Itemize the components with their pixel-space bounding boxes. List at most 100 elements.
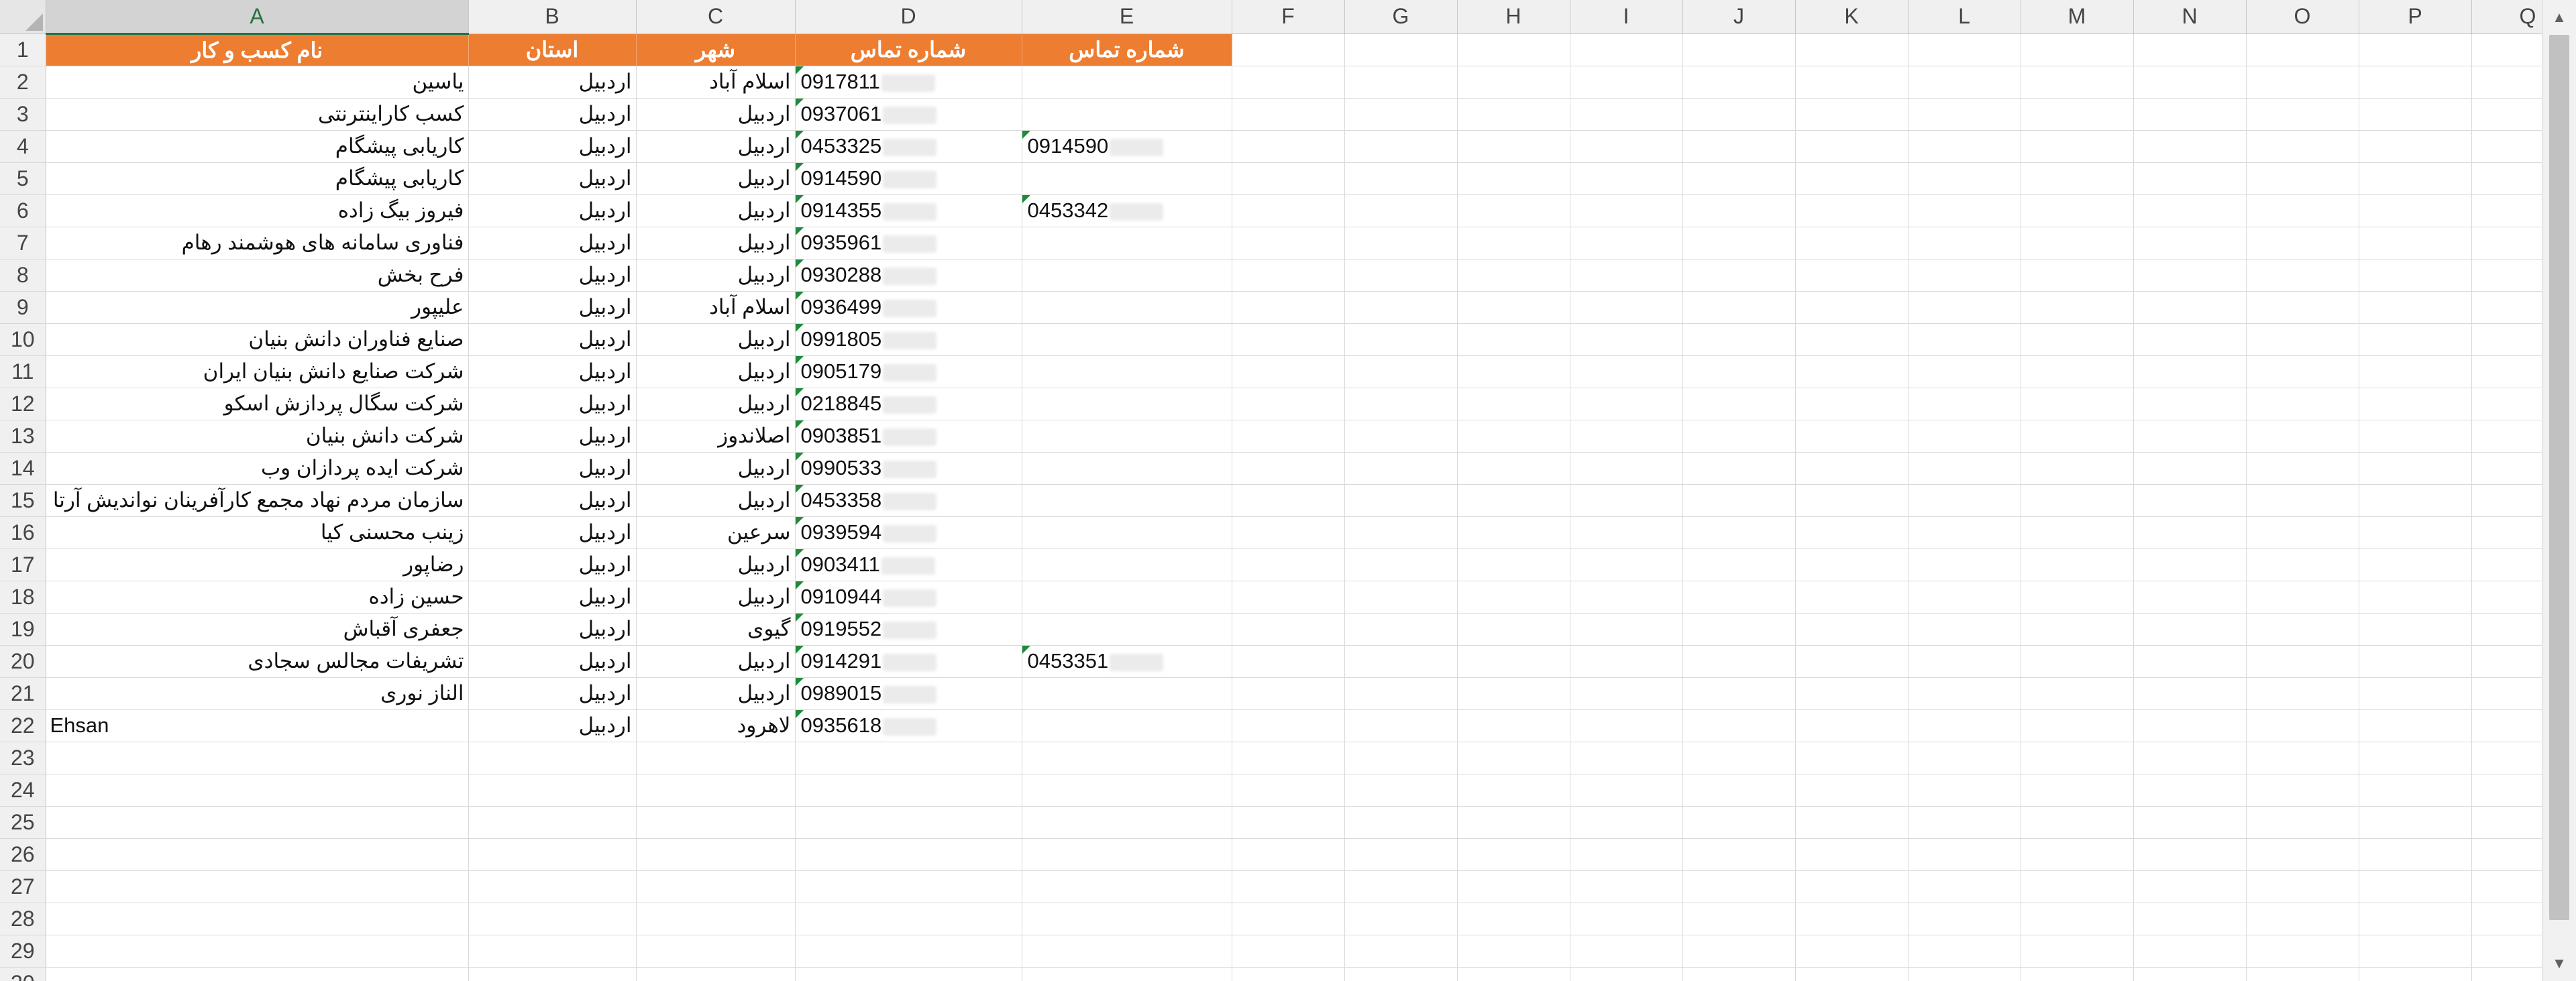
cell-f17[interactable] xyxy=(1232,549,1345,581)
cell-g24[interactable] xyxy=(1344,774,1458,807)
cell-j11[interactable] xyxy=(1682,355,1796,388)
number-stored-as-text-indicator-icon[interactable] xyxy=(795,613,804,622)
cell-m26[interactable] xyxy=(2021,838,2134,871)
cell-b24[interactable] xyxy=(468,774,637,807)
cell-g30[interactable] xyxy=(1344,967,1458,981)
cell-n27[interactable] xyxy=(2133,870,2247,903)
cell-h19[interactable] xyxy=(1457,613,1570,646)
cell-l11[interactable] xyxy=(1908,355,2021,388)
cell-e15[interactable] xyxy=(1022,484,1232,517)
cell-j8[interactable] xyxy=(1682,259,1796,292)
cell-d21[interactable]: 0989015 xyxy=(795,677,1022,710)
cell-n29[interactable] xyxy=(2133,935,2247,968)
cell-g26[interactable] xyxy=(1344,838,1458,871)
cell-g28[interactable] xyxy=(1344,903,1458,935)
cell-p23[interactable] xyxy=(2359,742,2472,774)
cell-b12[interactable]: اردبیل xyxy=(468,388,637,420)
cell-d20[interactable]: 0914291 xyxy=(795,645,1022,678)
cell-m5[interactable] xyxy=(2021,162,2134,195)
cell-h7[interactable] xyxy=(1457,227,1570,259)
vertical-scrollbar[interactable]: ▲ ▼ xyxy=(2542,0,2576,981)
cell-c4[interactable]: اردبیل xyxy=(636,130,796,163)
cell-n11[interactable] xyxy=(2133,355,2247,388)
cell-p13[interactable] xyxy=(2359,420,2472,453)
cell-g6[interactable] xyxy=(1344,194,1458,227)
cell-h11[interactable] xyxy=(1457,355,1570,388)
cell-e23[interactable] xyxy=(1022,742,1232,774)
cell-g10[interactable] xyxy=(1344,323,1458,356)
cell-f13[interactable] xyxy=(1232,420,1345,453)
cell-a21[interactable]: الناز نوری xyxy=(46,677,469,710)
cell-o4[interactable] xyxy=(2246,130,2359,163)
cell-j10[interactable] xyxy=(1682,323,1796,356)
cell-i9[interactable] xyxy=(1570,291,1683,324)
cell-g15[interactable] xyxy=(1344,484,1458,517)
cell-f24[interactable] xyxy=(1232,774,1345,807)
cell-p10[interactable] xyxy=(2359,323,2472,356)
row-header[interactable]: 3 xyxy=(0,98,46,131)
cell-e10[interactable] xyxy=(1022,323,1232,356)
cell-p25[interactable] xyxy=(2359,806,2472,839)
cell-b23[interactable] xyxy=(468,742,637,774)
cell-l18[interactable] xyxy=(1908,581,2021,614)
cell-i27[interactable] xyxy=(1570,870,1683,903)
cell-q21[interactable] xyxy=(2471,677,2542,710)
cell-n14[interactable] xyxy=(2133,452,2247,485)
cell-f21[interactable] xyxy=(1232,677,1345,710)
cell-p27[interactable] xyxy=(2359,870,2472,903)
cell-d5[interactable]: 0914590 xyxy=(795,162,1022,195)
cell-a17[interactable]: رضاپور xyxy=(46,549,469,581)
cell-n24[interactable] xyxy=(2133,774,2247,807)
cell-o27[interactable] xyxy=(2246,870,2359,903)
cell-o16[interactable] xyxy=(2246,516,2359,549)
cell-f25[interactable] xyxy=(1232,806,1345,839)
cell-a14[interactable]: شرکت ایده پردازان وب xyxy=(46,452,469,485)
cell-k10[interactable] xyxy=(1795,323,1909,356)
column-header-g[interactable]: G xyxy=(1344,0,1458,34)
number-stored-as-text-indicator-icon[interactable] xyxy=(795,581,804,589)
number-stored-as-text-indicator-icon[interactable] xyxy=(1022,194,1030,203)
cell-p14[interactable] xyxy=(2359,452,2472,485)
cell-i8[interactable] xyxy=(1570,259,1683,292)
select-all-corner[interactable] xyxy=(0,0,46,34)
column-header-a[interactable]: A xyxy=(46,0,469,35)
column-header-h[interactable]: H xyxy=(1457,0,1570,34)
cell-l24[interactable] xyxy=(1908,774,2021,807)
cell-q12[interactable] xyxy=(2471,388,2542,420)
cell-d10[interactable]: 0991805 xyxy=(795,323,1022,356)
cell-b3[interactable]: اردبیل xyxy=(468,98,637,131)
cell-a4[interactable]: کاریابی پیشگام xyxy=(46,130,469,163)
cell-j24[interactable] xyxy=(1682,774,1796,807)
cell-o13[interactable] xyxy=(2246,420,2359,453)
cell-a11[interactable]: شرکت صنایع دانش بنیان ایران xyxy=(46,355,469,388)
cell-q13[interactable] xyxy=(2471,420,2542,453)
cell-l27[interactable] xyxy=(1908,870,2021,903)
column-header-n[interactable]: N xyxy=(2133,0,2247,34)
cell-b21[interactable]: اردبیل xyxy=(468,677,637,710)
cell-b18[interactable]: اردبیل xyxy=(468,581,637,614)
cell-n2[interactable] xyxy=(2133,66,2247,99)
cell-o24[interactable] xyxy=(2246,774,2359,807)
cell-o12[interactable] xyxy=(2246,388,2359,420)
cell-p9[interactable] xyxy=(2359,291,2472,324)
cell-f8[interactable] xyxy=(1232,259,1345,292)
number-stored-as-text-indicator-icon[interactable] xyxy=(795,645,804,654)
cell-g20[interactable] xyxy=(1344,645,1458,678)
cell-k16[interactable] xyxy=(1795,516,1909,549)
cell-h5[interactable] xyxy=(1457,162,1570,195)
cell-o17[interactable] xyxy=(2246,549,2359,581)
cell-i13[interactable] xyxy=(1570,420,1683,453)
cell-p20[interactable] xyxy=(2359,645,2472,678)
cell-g22[interactable] xyxy=(1344,709,1458,742)
cell-d17[interactable]: 0903411 xyxy=(795,549,1022,581)
cell-m17[interactable] xyxy=(2021,549,2134,581)
cell-i4[interactable] xyxy=(1570,130,1683,163)
cell-p7[interactable] xyxy=(2359,227,2472,259)
row-header[interactable]: 9 xyxy=(0,291,46,324)
cell-j23[interactable] xyxy=(1682,742,1796,774)
cell-e28[interactable] xyxy=(1022,903,1232,935)
cell-k14[interactable] xyxy=(1795,452,1909,485)
cell-d27[interactable] xyxy=(795,870,1022,903)
cell-e8[interactable] xyxy=(1022,259,1232,292)
cell-l20[interactable] xyxy=(1908,645,2021,678)
